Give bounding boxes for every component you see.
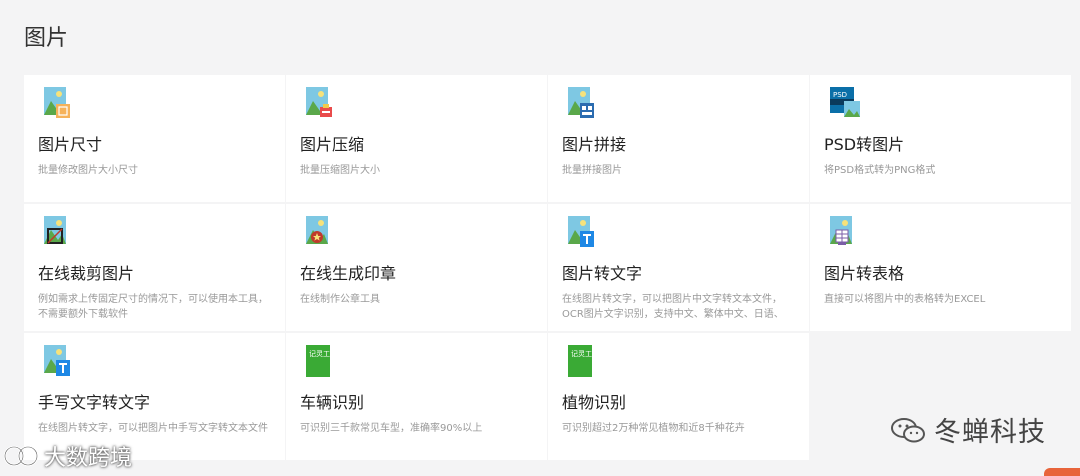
watermark-right: 冬蝉科技 xyxy=(890,410,1046,449)
psd-icon-label: PSD xyxy=(833,91,847,99)
tool-title: 图片压缩 xyxy=(300,135,365,154)
image-to-table-icon xyxy=(830,216,858,250)
tool-description: 批量压缩图片大小 xyxy=(300,165,380,176)
tool-description: 在线制作公章工具 xyxy=(300,294,380,305)
tool-title: 图片转表格 xyxy=(824,264,905,283)
tool-title: 在线生成印章 xyxy=(300,264,397,283)
tool-title: 图片拼接 xyxy=(562,135,627,154)
tool-card-seal-generator[interactable]: 在线生成印章 在线制作公章工具 xyxy=(286,204,547,331)
corner-decoration xyxy=(1044,468,1080,476)
plant-recognition-icon: 记灵工具 xyxy=(568,345,596,379)
image-crop-icon xyxy=(44,216,72,250)
tool-description: 批量拼接图片 xyxy=(562,165,622,176)
tool-card-image-crop[interactable]: 在线裁剪图片 例如需求上传固定尺寸的情况下，可以使用本工具，不需要额外下载软件 xyxy=(24,204,285,331)
tool-title: 手写文字转文字 xyxy=(38,393,151,412)
image-stitch-icon xyxy=(568,87,596,121)
wechat-icon xyxy=(891,417,925,442)
watermark-left-text: 大数跨境 xyxy=(44,446,133,471)
tool-card-plant-recognition[interactable]: 记灵工具 植物识别 可识别超过2万种常见植物和近8千种花卉 xyxy=(548,333,809,460)
badge-label: 记灵工具 xyxy=(309,350,334,358)
tool-title: 植物识别 xyxy=(562,393,627,412)
tool-card-image-to-text[interactable]: 图片转文字 在线图片转文字，可以把图片中文字转文本文件，OCR图片文字识别，支持… xyxy=(548,204,809,331)
seal-generator-icon xyxy=(306,216,334,250)
watermark-left: 大数跨境 xyxy=(4,440,132,472)
tool-title: 图片尺寸 xyxy=(38,135,103,154)
badge-label: 记灵工具 xyxy=(571,350,596,358)
tool-description: 例如需求上传固定尺寸的情况下，可以使用本工具，不需要额外下载软件 xyxy=(38,294,268,320)
image-resize-icon xyxy=(44,87,72,121)
tool-description: 在线图片转文字，可以把图片中文字转文本文件，OCR图片文字识别，支持中文、繁体中… xyxy=(562,294,784,320)
tool-card-psd-to-image[interactable]: PSD PSD转图片 将PSD格式转为PNG格式 xyxy=(810,75,1071,202)
tool-card-image-resize[interactable]: 图片尺寸 批量修改图片大小尺寸 xyxy=(24,75,285,202)
tool-card-vehicle-recognition[interactable]: 记灵工具 车辆识别 可识别三千款常见车型，准确率90%以上 xyxy=(286,333,547,460)
page-title: 图片 xyxy=(24,26,69,51)
image-compress-icon xyxy=(306,87,334,121)
image-to-text-icon xyxy=(568,216,596,250)
tool-description: 可识别超过2万种常见植物和近8千种花卉 xyxy=(562,423,745,434)
tool-description: 在线图片转文字，可以把图片中手写文字转文本文件 xyxy=(38,423,268,434)
tool-title: 在线裁剪图片 xyxy=(38,264,135,283)
tool-description: 直接可以将图片中的表格转为EXCEL xyxy=(824,294,986,305)
watermark-right-text: 冬蝉科技 xyxy=(934,417,1046,448)
tool-card-image-stitch[interactable]: 图片拼接 批量拼接图片 xyxy=(548,75,809,202)
tool-title: 车辆识别 xyxy=(300,393,365,412)
tool-card-image-compress[interactable]: 图片压缩 批量压缩图片大小 xyxy=(286,75,547,202)
tool-description: 可识别三千款常见车型，准确率90%以上 xyxy=(300,423,483,434)
handwriting-to-text-icon xyxy=(44,345,72,379)
tool-title: PSD转图片 xyxy=(824,135,905,154)
brand-logo-icon xyxy=(4,445,38,467)
tool-description: 批量修改图片大小尺寸 xyxy=(38,165,138,176)
tool-card-image-to-table[interactable]: 图片转表格 直接可以将图片中的表格转为EXCEL xyxy=(810,204,1071,331)
tool-description: 将PSD格式转为PNG格式 xyxy=(824,165,936,176)
tool-grid: 图片尺寸 批量修改图片大小尺寸 图片压缩 批量压缩图片大小 图片拼接 批量拼接图… xyxy=(24,75,1072,460)
vehicle-recognition-icon: 记灵工具 xyxy=(306,345,334,379)
psd-to-image-icon: PSD xyxy=(830,87,860,121)
tool-title: 图片转文字 xyxy=(562,264,643,283)
